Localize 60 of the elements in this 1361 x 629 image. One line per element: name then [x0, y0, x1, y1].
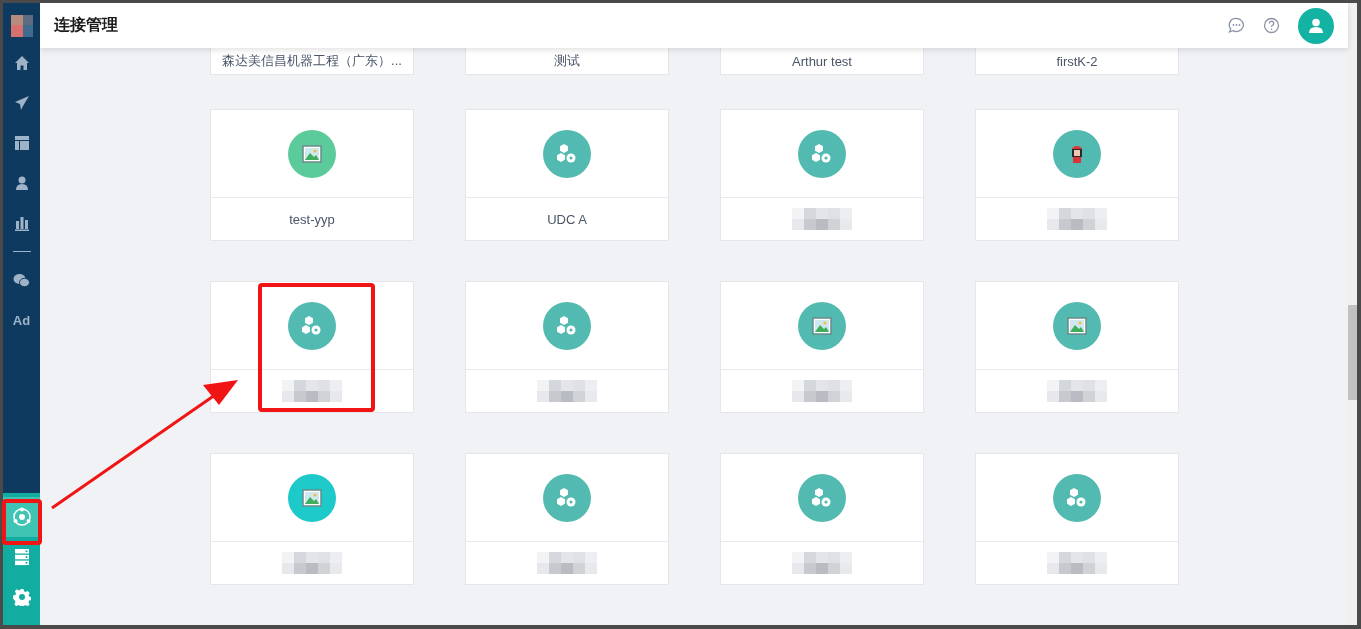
layout-icon	[13, 135, 30, 151]
card-label: firstK-2	[1056, 53, 1098, 69]
blurred-label	[537, 552, 597, 574]
user-avatar[interactable]	[1298, 7, 1334, 44]
paper-plane-icon	[13, 95, 30, 111]
chat-bubbles-icon	[13, 272, 30, 288]
blurred-label	[792, 380, 852, 402]
connection-card[interactable]	[975, 453, 1179, 585]
bar-chart-icon	[13, 215, 30, 231]
figure-icon	[1069, 143, 1085, 164]
highlight-box	[2, 499, 42, 545]
connection-card[interactable]	[975, 109, 1179, 241]
help-icon[interactable]	[1263, 17, 1280, 34]
connection-card[interactable]: UDC A	[465, 109, 669, 241]
card-label: UDC A	[547, 211, 587, 227]
settings-icon	[12, 588, 31, 606]
connection-card[interactable]	[465, 453, 669, 585]
blurred-label	[282, 380, 342, 402]
connection-card[interactable]: 森达美信昌机器工程（广东）...	[210, 48, 414, 75]
connection-card[interactable]	[465, 281, 669, 413]
chat-icon[interactable]	[1228, 17, 1245, 34]
connection-card[interactable]: firstK-2	[975, 48, 1179, 75]
card-label: test-yyp	[289, 211, 335, 227]
cubes-gear-icon	[556, 315, 578, 336]
connection-card[interactable]	[975, 281, 1179, 413]
card-label: 森达美信昌机器工程（广东）...	[222, 52, 402, 70]
blurred-label	[1047, 380, 1107, 402]
connection-card[interactable]	[210, 453, 414, 585]
connection-card[interactable]: Arthur test	[720, 48, 924, 75]
connection-card[interactable]	[720, 109, 924, 241]
card-label: 测试	[554, 52, 580, 70]
cubes-gear-icon	[1066, 487, 1088, 508]
cubes-gear-icon	[811, 487, 833, 508]
connection-card[interactable]	[210, 281, 414, 413]
connection-card[interactable]: 测试	[465, 48, 669, 75]
connection-card[interactable]	[720, 281, 924, 413]
page-title: 连接管理	[54, 15, 119, 35]
connection-card[interactable]: test-yyp	[210, 109, 414, 241]
image-icon	[302, 144, 322, 163]
blurred-label	[1047, 552, 1107, 574]
image-icon	[302, 488, 322, 507]
image-icon	[1067, 316, 1087, 335]
cubes-gear-icon	[301, 315, 323, 336]
blurred-label	[792, 208, 852, 230]
cubes-gear-icon	[556, 143, 578, 164]
scrollbar[interactable]	[1348, 3, 1357, 625]
blurred-label	[792, 552, 852, 574]
user-icon	[13, 175, 30, 191]
cubes-gear-icon	[556, 487, 578, 508]
ad-menu-item[interactable]: Ad	[3, 300, 40, 340]
card-label: Arthur test	[792, 53, 852, 69]
connection-card[interactable]	[720, 453, 924, 585]
cubes-gear-icon	[811, 143, 833, 164]
blurred-label	[282, 552, 342, 574]
image-icon	[812, 316, 832, 335]
network-icon	[11, 507, 32, 527]
blurred-label	[537, 380, 597, 402]
server-icon	[13, 548, 30, 566]
home-icon	[13, 55, 30, 71]
blurred-label	[1047, 208, 1107, 230]
